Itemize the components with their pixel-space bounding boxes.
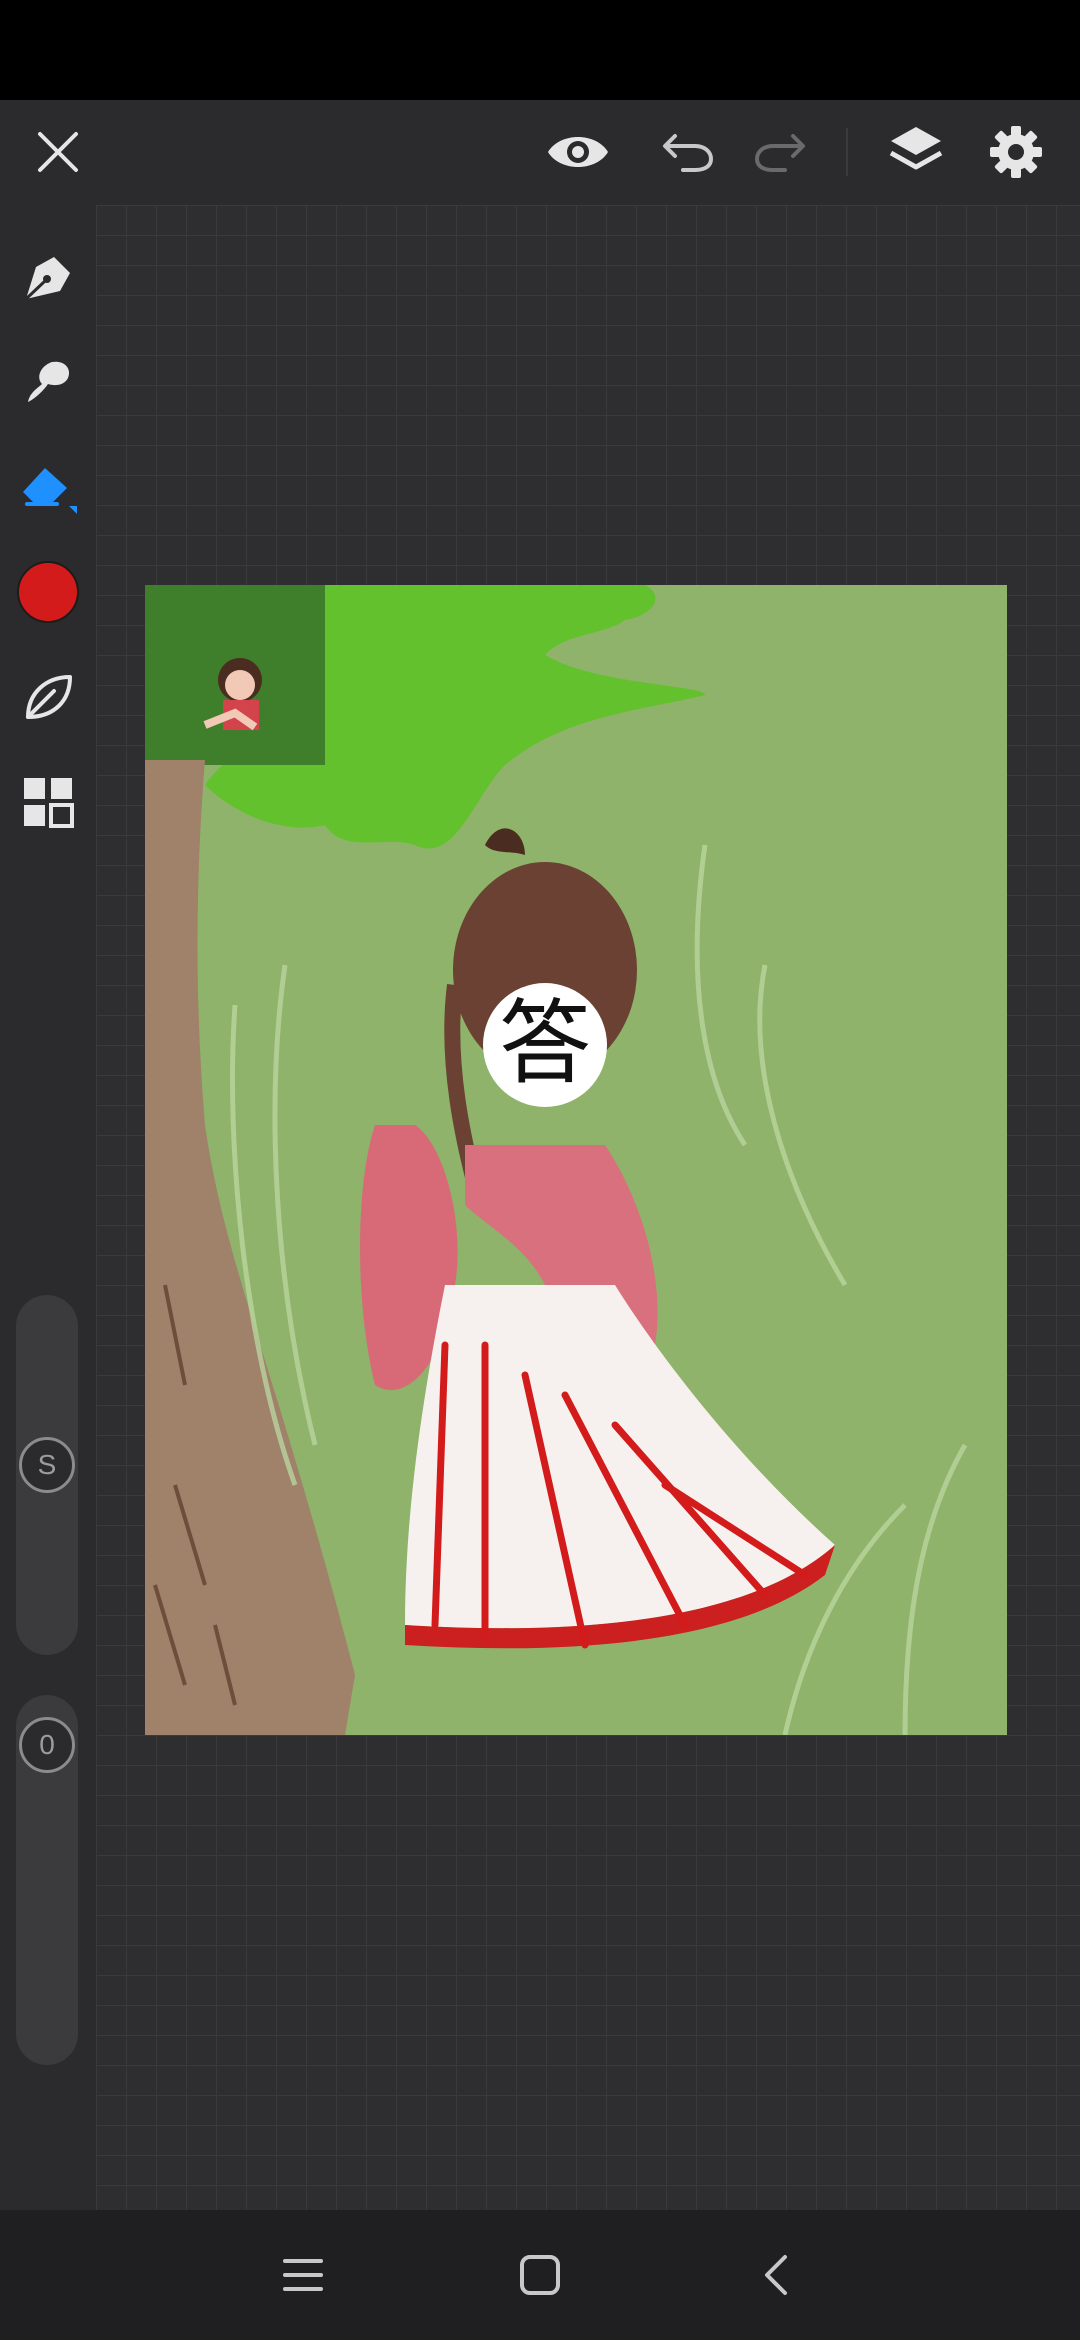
back-button[interactable] bbox=[742, 2240, 812, 2310]
top-toolbar bbox=[0, 100, 1080, 205]
layers-button[interactable] bbox=[884, 120, 948, 184]
opacity-indicator[interactable]: 0 bbox=[19, 1717, 75, 1773]
status-bar bbox=[0, 0, 1080, 100]
toolbar-divider bbox=[846, 128, 848, 176]
size-label: S bbox=[37, 1449, 57, 1480]
tool-panel: S 0 bbox=[0, 205, 96, 2210]
menu-icon bbox=[283, 2259, 323, 2291]
home-button[interactable] bbox=[505, 2240, 575, 2310]
color-picker[interactable] bbox=[14, 558, 82, 626]
settings-button[interactable] bbox=[984, 120, 1048, 184]
gallery-grid-icon bbox=[24, 778, 74, 828]
undo-button[interactable] bbox=[656, 120, 720, 184]
gallery-tool[interactable] bbox=[14, 768, 82, 836]
color-swatch bbox=[17, 561, 79, 623]
home-icon bbox=[520, 2255, 560, 2295]
layers-icon bbox=[889, 127, 943, 170]
smudge-tool[interactable] bbox=[14, 348, 82, 416]
redo-icon bbox=[754, 134, 805, 172]
system-nav-bar bbox=[0, 2210, 1080, 2340]
size-indicator[interactable]: S bbox=[19, 1437, 75, 1493]
drawing-canvas[interactable]: 答 bbox=[145, 585, 1007, 1735]
close-icon bbox=[38, 132, 78, 172]
eraser-icon bbox=[23, 468, 77, 514]
close-button[interactable] bbox=[26, 120, 90, 184]
eye-icon bbox=[548, 137, 608, 167]
eraser-tool[interactable] bbox=[14, 453, 82, 521]
gear-icon bbox=[990, 126, 1042, 178]
pen-icon bbox=[24, 257, 70, 301]
redo-button[interactable] bbox=[748, 120, 812, 184]
smudge-icon bbox=[28, 361, 70, 402]
brush-library-tool[interactable] bbox=[14, 663, 82, 731]
leaf-brush-icon bbox=[26, 675, 72, 719]
pen-tool[interactable] bbox=[14, 243, 82, 311]
undo-icon bbox=[663, 134, 714, 172]
back-icon bbox=[765, 2255, 787, 2295]
face-character: 答 bbox=[499, 990, 591, 1097]
preview-button[interactable] bbox=[546, 120, 610, 184]
artwork: 答 bbox=[145, 585, 1007, 1735]
menu-button[interactable] bbox=[268, 2240, 338, 2310]
opacity-label: 0 bbox=[39, 1729, 55, 1760]
